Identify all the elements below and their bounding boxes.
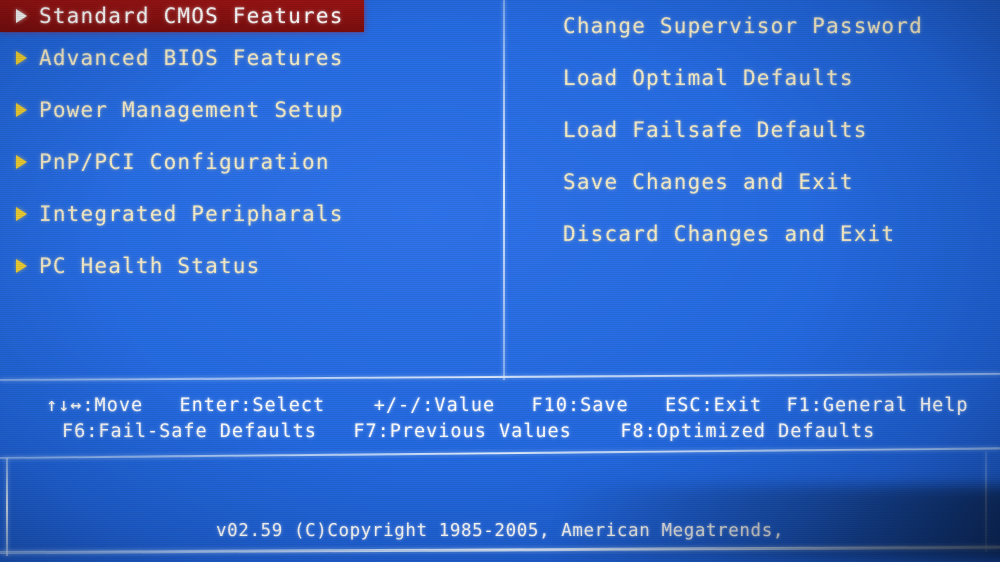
key-hint-move: ↑↓↔:Move	[46, 394, 144, 416]
menu-item-label: Load Optimal Defaults	[563, 66, 854, 90]
menu-item-label: Save Changes and Exit	[563, 170, 854, 194]
menu-item-label: Change Supervisor Password	[563, 14, 923, 38]
key-legend-bar: ↑↓↔:Move Enter:Select +/-/:Value F10:Sav…	[0, 392, 1000, 444]
menu-item-label: PC Health Status	[39, 254, 261, 278]
key-legend-row-2: F6:Fail-Safe Defaults F7:Previous Values…	[0, 418, 1000, 444]
key-hint-f1-general-help: F1:General Help	[762, 394, 969, 416]
menu-item-label: PnP/PCI Configuration	[39, 150, 330, 174]
main-menu-right-column: Change Supervisor Password Load Optimal …	[503, 0, 1000, 260]
menu-item-integrated-peripharals[interactable]: Integrated Peripharals	[0, 188, 500, 240]
footer-border-left	[6, 458, 8, 556]
key-hint-f10-save: F10:Save	[495, 394, 629, 416]
menu-item-label: Load Failsafe Defaults	[563, 118, 868, 142]
arrow-right-icon	[16, 259, 27, 273]
menu-item-advanced-bios-features[interactable]: Advanced BIOS Features	[0, 32, 500, 84]
copyright-text: v02.59 (C)Copyright 1985-2005, American …	[216, 521, 784, 541]
arrow-right-icon	[16, 9, 27, 23]
key-hint-esc-exit: ESC:Exit	[628, 394, 763, 416]
menu-item-pnp-pci-configuration[interactable]: PnP/PCI Configuration	[0, 136, 500, 188]
arrow-right-icon	[16, 103, 27, 117]
menu-item-label: Advanced BIOS Features	[39, 46, 344, 70]
arrow-right-icon	[16, 207, 27, 221]
horizontal-divider-footer	[0, 545, 1000, 554]
menu-item-save-changes-and-exit[interactable]: Save Changes and Exit	[503, 156, 1000, 208]
horizontal-divider-bottom	[0, 447, 1000, 459]
menu-item-discard-changes-and-exit[interactable]: Discard Changes and Exit	[503, 208, 1000, 260]
key-hint-f7-previous-values: F7:Previous Values	[316, 420, 572, 442]
menu-item-label: Integrated Peripharals	[39, 202, 344, 226]
menu-item-standard-cmos-features[interactable]: Standard CMOS Features	[0, 0, 364, 32]
key-hint-f6-fail-safe-defaults: F6:Fail-Safe Defaults	[62, 420, 317, 442]
arrow-right-icon	[16, 155, 27, 169]
key-legend-row-1: ↑↓↔:Move Enter:Select +/-/:Value F10:Sav…	[0, 392, 1000, 418]
menu-item-pc-health-status[interactable]: PC Health Status	[0, 240, 500, 292]
menu-item-label: Discard Changes and Exit	[563, 222, 896, 246]
key-hint-enter-select: Enter:Select	[143, 394, 326, 416]
key-hint-f8-optimized-defaults: F8:Optimized Defaults	[571, 420, 876, 442]
menu-item-label: Power Management Setup	[39, 98, 344, 122]
key-hint-value: +/-/:Value	[325, 394, 496, 416]
menu-item-change-supervisor-password[interactable]: Change Supervisor Password	[503, 0, 1000, 52]
menu-item-load-failsafe-defaults[interactable]: Load Failsafe Defaults	[503, 104, 1000, 156]
main-menu-left-column: Standard CMOS Features Advanced BIOS Fea…	[0, 0, 500, 292]
menu-item-load-optimal-defaults[interactable]: Load Optimal Defaults	[503, 52, 1000, 104]
menu-item-label: Standard CMOS Features	[39, 4, 344, 28]
menu-item-power-management-setup[interactable]: Power Management Setup	[0, 84, 500, 136]
arrow-right-icon	[16, 51, 27, 65]
horizontal-divider-top	[0, 372, 1000, 381]
bios-setup-screen: Standard CMOS Features Advanced BIOS Fea…	[0, 0, 1000, 562]
